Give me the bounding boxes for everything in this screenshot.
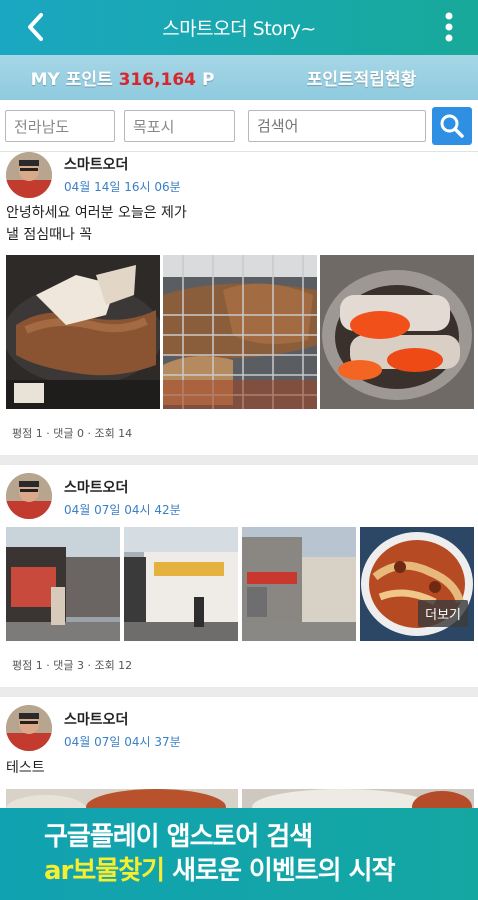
avatar[interactable] (6, 152, 52, 198)
banner-highlight: ar보물찾기 (44, 856, 165, 886)
province-select[interactable]: 전라남도 (5, 110, 115, 142)
post-image[interactable]: 더보기 (360, 527, 474, 641)
promo-banner[interactable]: 구글플레이 앱스토어 검색 ar보물찾기 새로운 이벤트의 시작 (0, 808, 478, 900)
post-author: 스마트오더 (64, 712, 129, 728)
post-image[interactable] (124, 527, 238, 641)
search-input[interactable] (248, 110, 426, 142)
app-header: 스마트오더 Story~ (0, 0, 478, 55)
post-date: 04월 07일 04시 42분 (64, 503, 181, 517)
city-select[interactable]: 목포시 (124, 110, 235, 142)
post-date: 04월 07일 04시 37분 (64, 735, 181, 749)
post-card[interactable]: 스마트오더 04월 14일 16시 06분 안녕하세요 여러분 오늘은 제가 낼… (0, 152, 478, 455)
post-image[interactable] (6, 255, 160, 409)
more-menu-button[interactable] (434, 8, 464, 46)
points-label: MY 포인트 (30, 70, 113, 90)
post-date: 04월 14일 16시 06분 (64, 180, 181, 194)
post-author: 스마트오더 (64, 157, 129, 173)
post-text-line: 낼 점심때나 꼭 (6, 227, 93, 243)
page-title: 스마트오더 Story~ (162, 18, 316, 40)
search-bar: 전라남도 목포시 (0, 100, 478, 152)
banner-line-1: 구글플레이 앱스토어 검색 (44, 822, 313, 852)
avatar[interactable] (6, 473, 52, 519)
post-stats: 평점 1 · 댓글 0 · 조회 14 (12, 427, 133, 440)
banner-line-2-text: 새로운 이벤트의 시작 (164, 856, 395, 886)
banner-line-2: ar보물찾기 새로운 이벤트의 시작 (44, 854, 478, 888)
post-stats: 평점 1 · 댓글 3 · 조회 12 (12, 659, 133, 672)
post-image[interactable] (320, 255, 474, 409)
post-author: 스마트오더 (64, 480, 129, 496)
post-image[interactable] (242, 527, 356, 641)
more-vertical-icon (445, 12, 453, 42)
post-card[interactable]: 스마트오더 04월 07일 04시 42분 더보기 평점 1 · 댓글 3 · … (0, 465, 478, 687)
search-button[interactable] (432, 107, 472, 145)
chevron-left-icon (28, 13, 43, 41)
post-text: 테스트 (6, 760, 45, 776)
more-photos-button[interactable]: 더보기 (418, 600, 468, 627)
points-bar: MY 포인트 316,164 P 포인트적립현황 (0, 55, 478, 100)
points-value: 316,164 (118, 70, 197, 90)
post-feed[interactable]: 스마트오더 04월 14일 16시 06분 안녕하세요 여러분 오늘은 제가 낼… (0, 152, 478, 900)
back-button[interactable] (18, 8, 54, 46)
post-image[interactable] (163, 255, 317, 409)
points-unit: P (201, 70, 215, 90)
points-history-link[interactable]: 포인트적립현황 (245, 65, 478, 90)
search-icon (440, 114, 464, 138)
post-image[interactable] (6, 527, 120, 641)
post-text: 안녕하세요 여러분 오늘은 제가 낼 점심때나 꼭 (6, 202, 187, 246)
post-text-line: 안녕하세요 여러분 오늘은 제가 (6, 205, 187, 221)
avatar[interactable] (6, 705, 52, 751)
my-points[interactable]: MY 포인트 316,164 P (0, 65, 245, 90)
